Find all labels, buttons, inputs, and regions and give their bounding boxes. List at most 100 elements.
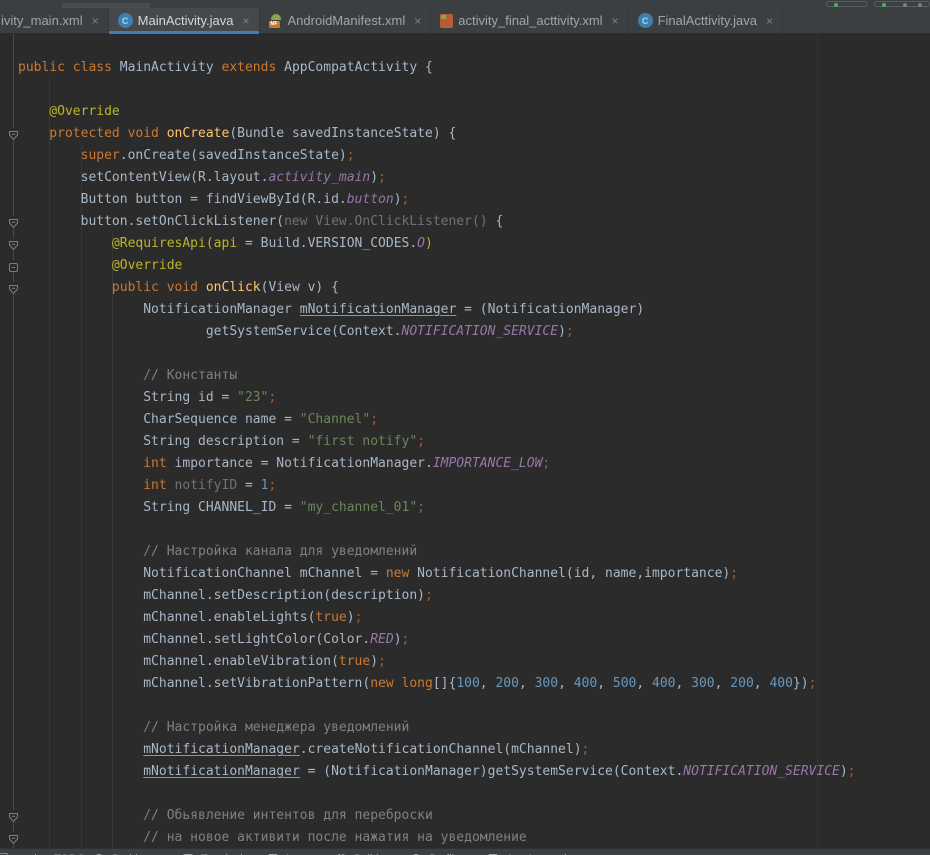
code-token	[18, 742, 143, 757]
code-line[interactable]: getSystemService(Context.NOTIFICATION_SE…	[0, 321, 930, 343]
editor-tab-finalacttivity-java[interactable]: CFinalActtivity.java×	[629, 8, 783, 33]
code-line[interactable]	[0, 343, 930, 365]
code-line[interactable]: CharSequence name = "Channel";	[0, 409, 930, 431]
code-line[interactable]: setContentView(R.layout.activity_main);	[0, 167, 930, 189]
manifest-file-icon: MF	[269, 14, 283, 28]
code-line[interactable]: int notifyID = 1;	[0, 475, 930, 497]
code-token: NOTIFICATION_SERVICE	[683, 764, 840, 779]
code-line[interactable]: public class MainActivity extends AppCom…	[0, 57, 930, 79]
code-token: ;	[268, 478, 276, 493]
code-line[interactable]: String id = "23";	[0, 387, 930, 409]
code-line[interactable]: @Override	[0, 255, 930, 277]
fold-marker-icon[interactable]	[8, 832, 19, 843]
code-line[interactable]: mChannel.setLightColor(Color.RED);	[0, 629, 930, 651]
tool-window-bar: TODO!ProblemsTerminalLogcat⚒BuildProfile…	[0, 848, 930, 855]
code-token: // Обьявление интентов для переброски	[18, 808, 433, 823]
code-line[interactable]: @Override	[0, 101, 930, 123]
code-line[interactable]: mNotificationManager = (NotificationMana…	[0, 761, 930, 783]
code-token: onCreate	[167, 126, 230, 141]
code-line[interactable]: // Обьявление интентов для переброски	[0, 805, 930, 827]
close-icon[interactable]: ×	[414, 15, 421, 27]
code-token: )	[425, 236, 433, 251]
code-token: 400	[769, 676, 792, 691]
code-line[interactable]	[0, 519, 930, 541]
code-line[interactable]	[0, 695, 930, 717]
code-token: int	[18, 478, 167, 493]
code-token: = Build.VERSION_CODES.	[237, 236, 417, 251]
close-icon[interactable]: ×	[242, 15, 249, 27]
fold-marker-icon[interactable]	[8, 260, 19, 271]
code-line[interactable]: // на новое активити после нажатия на ув…	[0, 827, 930, 848]
code-token: 400	[574, 676, 597, 691]
fold-marker-icon[interactable]	[8, 128, 19, 139]
code-line[interactable]: mChannel.enableLights(true);	[0, 607, 930, 629]
tab-label: activity_final_acttivity.xml	[458, 13, 602, 28]
code-token: setContentView(R.layout.	[18, 170, 268, 185]
code-line[interactable]: String CHANNEL_ID = "my_channel_01";	[0, 497, 930, 519]
code-line[interactable]: // Настройка менеджера уведомлений	[0, 717, 930, 739]
code-line[interactable]: NotificationManager mNotificationManager…	[0, 299, 930, 321]
code-line[interactable]: // Настройка канала для уведомлений	[0, 541, 930, 563]
code-line[interactable]: // Константы	[0, 365, 930, 387]
status-dot-icon	[903, 3, 907, 7]
status-dot-icon	[834, 3, 838, 7]
code-token: 500	[613, 676, 636, 691]
code-token: ,	[597, 676, 613, 691]
code-line[interactable]: mNotificationManager.createNotificationC…	[0, 739, 930, 761]
fold-marker-icon[interactable]	[8, 282, 19, 293]
code-line[interactable]: mChannel.setDescription(description);	[0, 585, 930, 607]
code-token: // Константы	[18, 368, 237, 383]
fold-marker-icon[interactable]	[8, 238, 19, 249]
device-group[interactable]	[826, 1, 868, 7]
code-line[interactable]: NotificationChannel mChannel = new Notif…	[0, 563, 930, 585]
close-icon[interactable]: ×	[92, 15, 99, 27]
code-token: ;	[730, 566, 738, 581]
code-token: // Настройка канала для уведомлений	[18, 544, 417, 559]
code-token: 400	[652, 676, 675, 691]
code-token: button.setOnClickListener(	[18, 214, 284, 229]
fold-marker-icon[interactable]	[8, 810, 19, 821]
java-class-icon: C	[638, 13, 653, 28]
code-line[interactable]: Button button = findViewById(R.id.button…	[0, 189, 930, 211]
code-line[interactable]: mChannel.setVibrationPattern(new long[]{…	[0, 673, 930, 695]
editor-tab-androidmanifest-xml[interactable]: MF AndroidManifest.xml ×	[260, 8, 432, 33]
code-line[interactable]: mChannel.enableVibration(true);	[0, 651, 930, 673]
code-line[interactable]: String description = "first notify";	[0, 431, 930, 453]
code-token: ,	[715, 676, 731, 691]
code-line[interactable]	[0, 783, 930, 805]
code-token: String id =	[18, 390, 237, 405]
code-token: 200	[495, 676, 518, 691]
code-token: ;	[809, 676, 817, 691]
code-line[interactable]: @RequiresApi(api = Build.VERSION_CODES.O…	[0, 233, 930, 255]
code-token: String CHANNEL_ID =	[18, 500, 300, 515]
editor-tab-ivity_main-xml[interactable]: ivity_main.xml ×	[0, 8, 109, 33]
tab-label: ivity_main.xml	[1, 13, 83, 28]
code-editor[interactable]: public class MainActivity extends AppCom…	[0, 34, 930, 848]
code-line[interactable]	[0, 79, 930, 101]
code-token: new	[386, 566, 409, 581]
code-line[interactable]: int importance = NotificationManager.IMP…	[0, 453, 930, 475]
code-token: NotificationManager	[18, 302, 300, 317]
close-icon[interactable]: ×	[766, 15, 773, 27]
code-line[interactable]: button.setOnClickListener(new View.OnCli…	[0, 211, 930, 233]
editor-tab-activity_final_acttivity-xml[interactable]: activity_final_acttivity.xml ×	[431, 8, 628, 33]
code-lines: public class MainActivity extends AppCom…	[0, 57, 930, 848]
code-token: O	[417, 236, 425, 251]
fold-marker-icon[interactable]	[8, 216, 19, 227]
tab-label: AndroidManifest.xml	[288, 13, 406, 28]
code-token: ;	[566, 324, 574, 339]
code-token: ,	[558, 676, 574, 691]
code-token: = (NotificationManager)getSystemService(…	[300, 764, 684, 779]
code-line[interactable]: super.onCreate(savedInstanceState);	[0, 145, 930, 167]
close-icon[interactable]: ×	[612, 15, 619, 27]
code-line[interactable]: protected void onCreate(Bundle savedInst…	[0, 123, 930, 145]
code-token: []{	[433, 676, 456, 691]
code-token: RED	[370, 632, 393, 647]
code-token: =	[237, 478, 260, 493]
code-token: ;	[268, 390, 276, 405]
code-token: NOTIFICATION_SERVICE	[402, 324, 559, 339]
code-line[interactable]: public void onClick(View v) {	[0, 277, 930, 299]
code-token	[167, 478, 175, 493]
editor-tab-mainactivity-java[interactable]: CMainActivity.java×	[109, 8, 260, 33]
code-token: public class	[18, 60, 120, 75]
